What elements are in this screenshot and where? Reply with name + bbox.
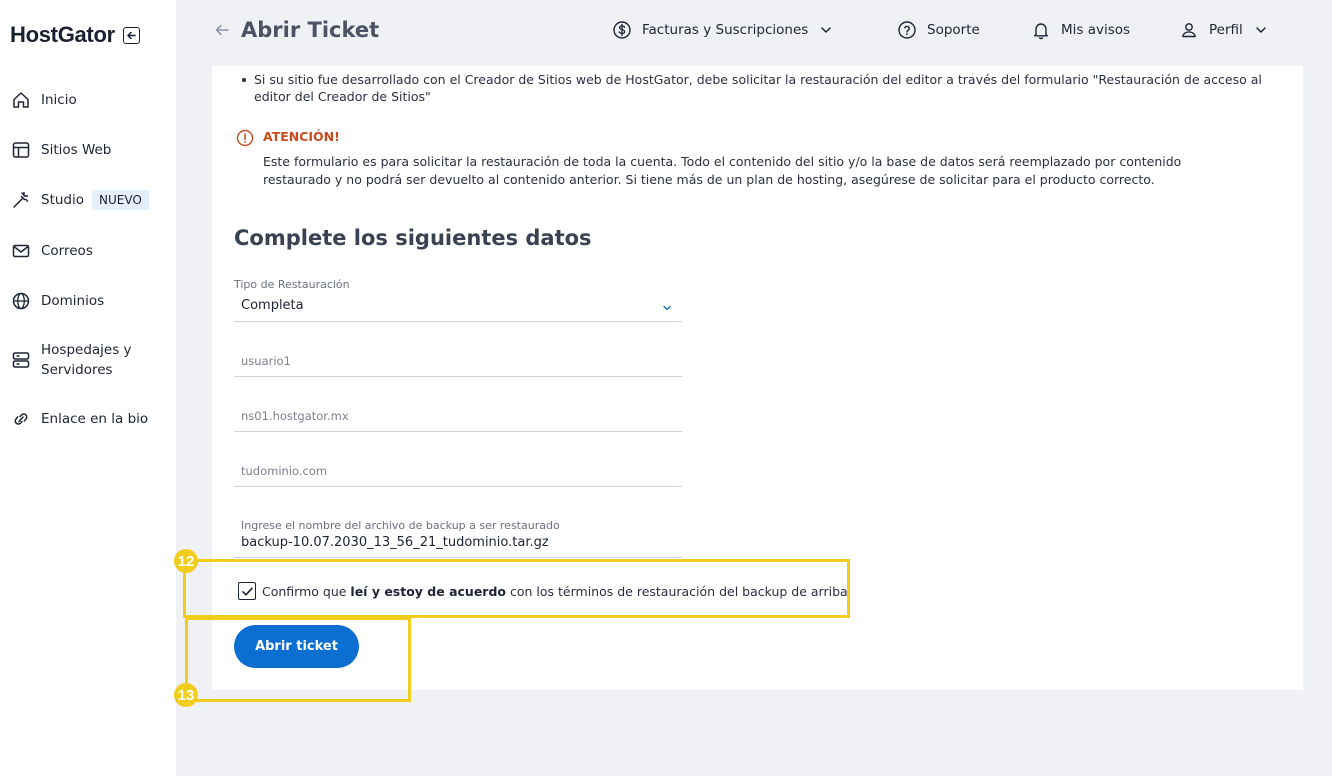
bullet-dot <box>242 78 246 82</box>
link-icon <box>10 409 32 429</box>
page-title: Abrir Ticket <box>241 18 380 42</box>
restore-type-select[interactable]: Tipo de Restauración Completa <box>234 278 682 322</box>
backup-file-label: Ingrese el nombre del archivo de backup … <box>241 519 560 532</box>
warning-icon <box>236 129 254 151</box>
warning-title: ATENCIÓN! <box>263 129 340 144</box>
cpanel-user-placeholder: usuario1 <box>241 354 291 368</box>
profile-label: Perfil <box>1209 22 1243 38</box>
step-13-marker: 13 <box>174 683 198 707</box>
sidebar-item-correos[interactable]: Correos <box>10 241 93 261</box>
step-12-marker: 12 <box>174 549 198 573</box>
nameserver-input[interactable]: ns01.hostgator.mx <box>234 397 682 432</box>
logo[interactable]: HostGator <box>10 22 140 48</box>
domain-input[interactable]: tudominio.com <box>234 452 682 487</box>
backup-file-value: backup-10.07.2030_13_56_21_tudominio.tar… <box>241 535 549 550</box>
restore-type-label: Tipo de Restauración <box>234 278 350 291</box>
sidebar: HostGator Inicio Sitios Web Studio NUEVO <box>0 0 176 776</box>
collapse-sidebar-icon[interactable] <box>122 26 140 44</box>
sidebar-item-inicio[interactable]: Inicio <box>10 90 77 110</box>
globe-icon <box>10 291 32 311</box>
user-icon <box>1179 20 1199 40</box>
layout-icon <box>10 140 32 160</box>
domain-placeholder: tudominio.com <box>241 464 328 478</box>
restore-type-value: Completa <box>241 298 304 313</box>
server-icon <box>10 350 32 370</box>
dollar-icon <box>612 20 632 40</box>
support-menu[interactable]: Soporte <box>897 20 980 40</box>
notices-label: Mis avisos <box>1061 22 1131 38</box>
bell-icon <box>1031 20 1051 40</box>
magic-wand-icon <box>10 190 32 210</box>
step-13-highlight <box>185 617 411 702</box>
sidebar-item-hospedajes[interactable]: Hospedajes y Servidores <box>10 340 132 380</box>
sidebar-item-label: Correos <box>41 243 93 259</box>
sidebar-item-studio[interactable]: Studio NUEVO <box>10 190 149 210</box>
section-title: Complete los siguientes datos <box>234 226 592 250</box>
sidebar-item-label: Dominios <box>41 293 105 309</box>
home-icon <box>10 90 32 110</box>
sidebar-item-label: Enlace en la bio <box>41 411 149 427</box>
billing-label: Facturas y Suscripciones <box>642 22 809 38</box>
sidebar-item-sitios-web[interactable]: Sitios Web <box>10 140 111 160</box>
help-icon <box>897 20 917 40</box>
warning-body: Este formulario es para solicitar la res… <box>263 154 1182 187</box>
chevron-down-icon <box>1255 24 1267 36</box>
step-12-highlight <box>183 559 850 618</box>
chevron-down-icon <box>820 24 832 36</box>
billing-menu[interactable]: Facturas y Suscripciones <box>612 20 832 40</box>
mail-icon <box>10 241 32 261</box>
editor-restore-note: Si su sitio fue desarrollado con el Crea… <box>254 72 1262 104</box>
backup-file-input[interactable]: Ingrese el nombre del archivo de backup … <box>234 518 682 558</box>
support-label: Soporte <box>927 22 980 38</box>
sidebar-item-label: Hospedajes y Servidores <box>41 342 132 378</box>
sidebar-item-label: Studio <box>41 192 84 208</box>
notices-menu[interactable]: Mis avisos <box>1031 20 1130 40</box>
back-arrow-icon[interactable] <box>214 22 230 42</box>
top-bar: Abrir Ticket Facturas y Suscripciones So… <box>176 0 1332 64</box>
brand-name: HostGator <box>10 22 115 47</box>
profile-menu[interactable]: Perfil <box>1179 20 1267 40</box>
sidebar-item-enlace-bio[interactable]: Enlace en la bio <box>10 409 148 429</box>
new-badge: NUEVO <box>92 190 149 210</box>
cpanel-user-input[interactable]: usuario1 <box>234 342 682 377</box>
sidebar-item-label: Sitios Web <box>41 142 112 158</box>
sidebar-item-label: Inicio <box>41 92 77 108</box>
nameserver-placeholder: ns01.hostgator.mx <box>241 409 349 423</box>
chevron-down-icon <box>662 298 672 317</box>
sidebar-item-dominios[interactable]: Dominios <box>10 291 104 311</box>
